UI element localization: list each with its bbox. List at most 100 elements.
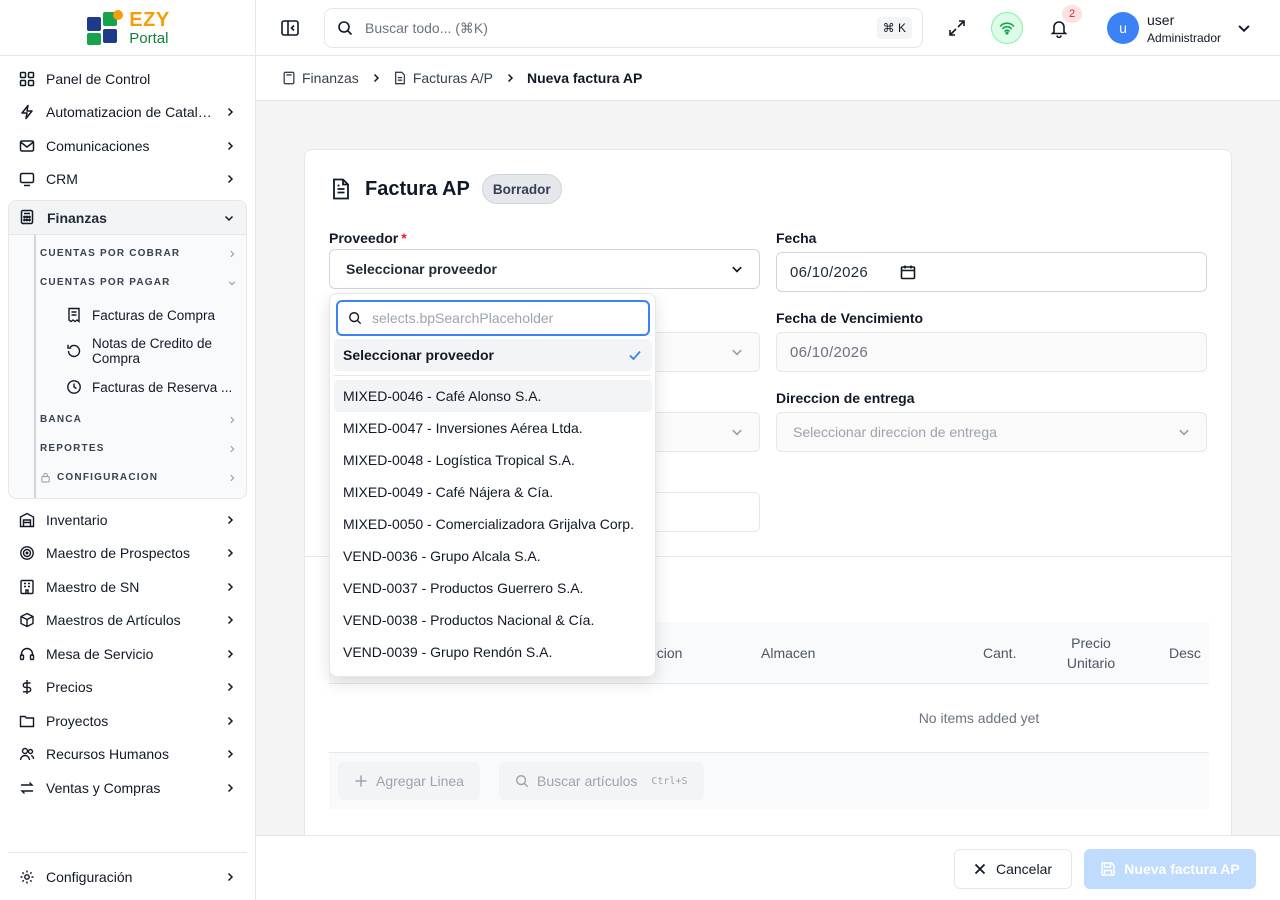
dropdown-option-selected[interactable]: Seleccionar proveedor — [334, 339, 652, 371]
dropdown-option[interactable]: VEND-0036 - Grupo Alcala S.A. — [334, 540, 652, 572]
expand-icon[interactable] — [945, 16, 969, 40]
chevron-right-icon — [227, 616, 234, 625]
breadcrumb-finanzas[interactable]: Finanzas — [282, 70, 359, 86]
global-search-input[interactable]: Buscar todo... (⌘K) ⌘ K — [324, 8, 923, 48]
cancel-label: Cancelar — [995, 861, 1053, 877]
sidebar-group-finanzas: Finanzas CUENTAS POR COBRAR CUENTAS POR … — [8, 200, 247, 499]
sidebar-item-notas-de-credito[interactable]: Notas de Credito de Compra — [36, 333, 246, 369]
sidebar-item-label: Notas de Credito de Compra — [92, 336, 213, 366]
col-cantidad: Cant. — [983, 645, 1017, 661]
chevron-down-icon — [1179, 429, 1189, 436]
wifi-status-icon[interactable] — [991, 12, 1023, 44]
sidebar-subgroup-reportes[interactable]: REPORTES — [36, 434, 246, 463]
notification-count-badge: 2 — [1062, 5, 1082, 23]
option-label: Seleccionar proveedor — [343, 347, 494, 363]
sidebar-item-automatizacion[interactable]: Automatizacion de Catalogos — [8, 96, 247, 130]
sidebar: EZY Portal Panel de Control Automatizaci… — [0, 0, 256, 900]
sidebar-item-maestro-prospectos[interactable]: Maestro de Prospectos — [8, 537, 247, 571]
sidebar-item-label: Facturas de Compra — [92, 307, 216, 323]
sidebar-toggle-icon[interactable] — [278, 16, 302, 40]
search-icon — [338, 21, 353, 36]
topbar: Buscar todo... (⌘K) ⌘ K 2 u user Adminis… — [256, 0, 1280, 56]
vencimiento-value: 06/10/2026 — [790, 343, 869, 361]
breadcrumb-label: Finanzas — [302, 70, 359, 86]
dollar-icon — [18, 678, 36, 696]
option-label: MIXED-0049 - Café Nájera & Cía. — [343, 484, 554, 500]
sidebar-item-ventas-compras[interactable]: Ventas y Compras — [8, 771, 247, 805]
sidebar-item-facturas-de-reserva[interactable]: Facturas de Reserva ... — [36, 369, 246, 405]
chevron-down-icon[interactable] — [1236, 20, 1252, 36]
dropdown-option[interactable]: MIXED-0047 - Inversiones Aérea Ltda. — [334, 412, 652, 444]
dropdown-option[interactable]: VEND-0038 - Productos Nacional & Cía. — [334, 604, 652, 636]
sidebar-nav: Panel de Control Automatizacion de Catal… — [0, 56, 255, 805]
dropdown-option[interactable]: MIXED-0046 - Café Alonso S.A. — [334, 380, 652, 412]
dropdown-option[interactable]: VEND-0037 - Productos Guerrero S.A. — [334, 572, 652, 604]
chevron-down-icon — [732, 429, 742, 436]
chevron-right-icon — [227, 683, 234, 692]
logo-area: EZY Portal — [0, 0, 255, 56]
brand-logo[interactable]: EZY Portal — [85, 9, 169, 47]
dropdown-option[interactable]: VEND-0039 - Grupo Rendón S.A. — [334, 636, 652, 668]
save-icon — [1101, 862, 1116, 876]
fecha-input[interactable]: 06/10/2026 — [776, 252, 1207, 292]
plus-icon — [355, 775, 367, 787]
calendar-icon[interactable] — [900, 264, 916, 280]
entrega-label: Direccion de entrega — [776, 390, 915, 406]
sidebar-item-configuracion[interactable]: Configuración — [8, 860, 247, 894]
add-line-button[interactable]: Agregar Linea — [338, 762, 480, 800]
sidebar-subgroup-configuracion[interactable]: CONFIGURACION — [36, 463, 246, 492]
users-icon — [18, 745, 36, 763]
dropdown-option[interactable]: MIXED-0050 - Comercializadora Grijalva C… — [334, 508, 652, 540]
sidebar-item-maestro-sn[interactable]: Maestro de SN — [8, 570, 247, 604]
sidebar-item-proyectos[interactable]: Proyectos — [8, 704, 247, 738]
submit-invoice-button[interactable]: Nueva factura AP — [1084, 849, 1256, 889]
sidebar-item-finanzas[interactable]: Finanzas — [9, 201, 246, 235]
breadcrumb-facturas-ap[interactable]: Facturas A/P — [393, 70, 493, 86]
chevron-right-icon — [230, 474, 235, 481]
sidebar-item-label: Maestro de Prospectos — [46, 545, 190, 562]
sidebar-item-panel-de-control[interactable]: Panel de Control — [8, 62, 247, 96]
chevron-right-icon — [230, 416, 235, 423]
sidebar-item-label: Maestros de Artículos — [46, 612, 181, 629]
cancel-button[interactable]: Cancelar — [954, 849, 1072, 889]
sidebar-item-precios[interactable]: Precios — [8, 671, 247, 705]
calculator-icon — [283, 71, 295, 85]
sidebar-item-recursos-humanos[interactable]: Recursos Humanos — [8, 738, 247, 772]
dropdown-option[interactable]: MIXED-0049 - Café Nájera & Cía. — [334, 476, 652, 508]
sidebar-item-crm[interactable]: CRM — [8, 163, 247, 197]
sidebar-item-inventario[interactable]: Inventario — [8, 503, 247, 537]
search-items-button[interactable]: Buscar artículos Ctrl+S — [499, 762, 704, 800]
sidebar-item-facturas-de-compra[interactable]: Facturas de Compra — [36, 297, 246, 333]
chevron-right-icon — [227, 783, 234, 792]
lock-icon — [41, 472, 50, 483]
proveedor-select[interactable]: Seleccionar proveedor — [329, 249, 760, 289]
add-line-label: Agregar Linea — [376, 773, 464, 789]
sidebar-item-maestros-articulos[interactable]: Maestros de Artículos — [8, 604, 247, 638]
chevron-right-icon — [230, 445, 235, 452]
dropdown-option[interactable]: MIXED-0048 - Logística Tropical S.A. — [334, 444, 652, 476]
sidebar-subgroup-cuentas-por-cobrar[interactable]: CUENTAS POR COBRAR — [36, 239, 246, 268]
status-badge: Borrador — [481, 174, 562, 204]
rotate-ccw-icon — [66, 343, 82, 359]
target-icon — [18, 544, 36, 562]
chevron-right-icon — [505, 73, 515, 83]
proveedor-label: Proveedor * — [329, 230, 407, 246]
gear-icon — [18, 868, 36, 886]
sidebar-subgroup-cuentas-por-pagar[interactable]: CUENTAS POR PAGAR — [36, 268, 246, 297]
sidebar-subgroup-banca[interactable]: BANCA — [36, 405, 246, 434]
sidebar-item-label: Maestro de SN — [46, 578, 140, 595]
check-icon — [629, 350, 641, 361]
zap-icon — [18, 103, 36, 121]
user-name[interactable]: user — [1147, 12, 1174, 28]
option-label: MIXED-0046 - Café Alonso S.A. — [343, 388, 542, 404]
sidebar-item-mesa-servicio[interactable]: Mesa de Servicio — [8, 637, 247, 671]
chevron-right-icon — [227, 750, 234, 759]
search-icon — [349, 312, 362, 325]
sidebar-item-comunicaciones[interactable]: Comunicaciones — [8, 129, 247, 163]
avatar[interactable]: u — [1107, 12, 1139, 44]
monitor-icon — [18, 170, 36, 188]
sidebar-footer: Configuración — [8, 852, 247, 894]
dropdown-search-input[interactable]: selects.bpSearchPlaceholder — [336, 300, 650, 336]
sidebar-item-label: Panel de Control — [46, 70, 151, 87]
search-items-shortcut: Ctrl+S — [651, 775, 688, 787]
